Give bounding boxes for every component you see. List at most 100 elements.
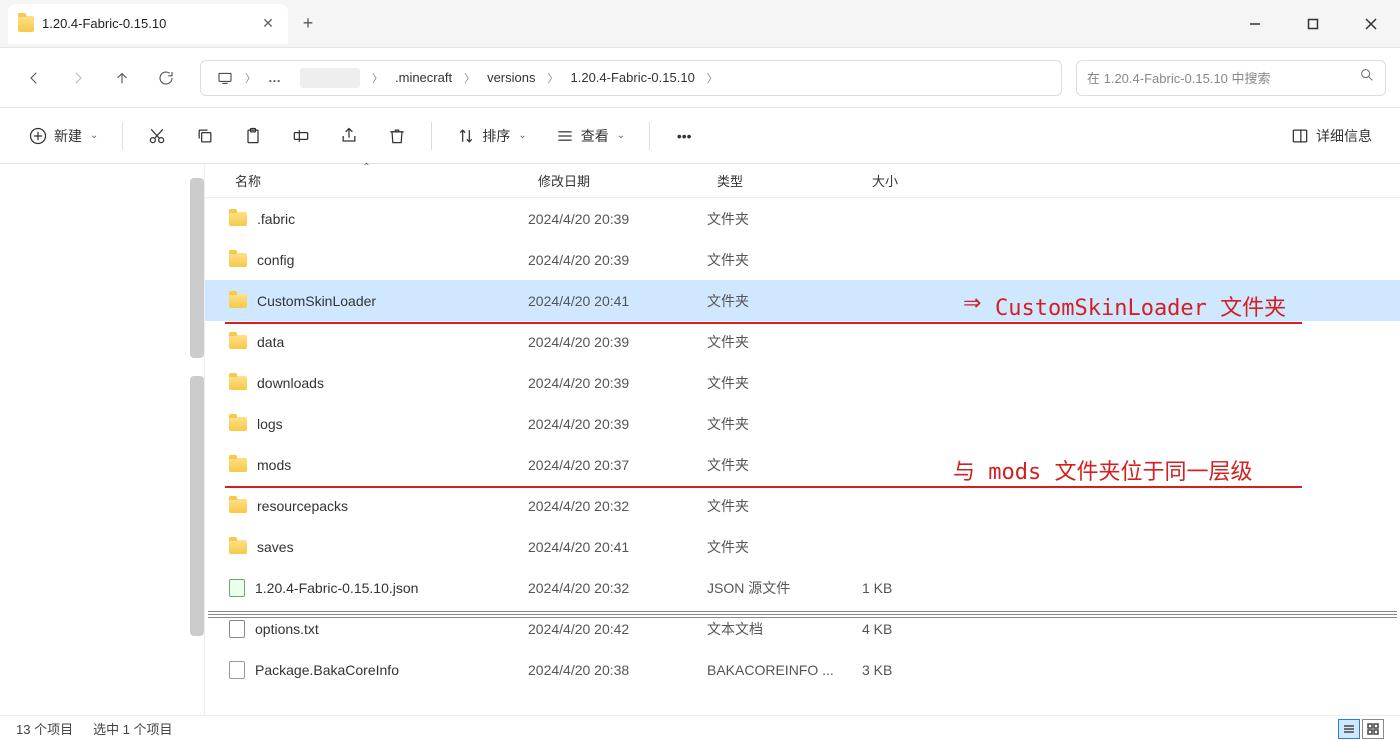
scrollbar-thumb[interactable]	[190, 376, 204, 636]
view-icon	[555, 126, 575, 146]
separator	[122, 122, 123, 150]
more-button[interactable]: •••	[664, 118, 704, 154]
cell-date: 2024/4/20 20:37	[528, 457, 707, 473]
breadcrumb-overflow[interactable]: …	[260, 61, 290, 95]
maximize-button[interactable]	[1284, 0, 1342, 48]
breadcrumb-pc-icon[interactable]	[209, 61, 241, 95]
file-row[interactable]: 1.20.4-Fabric-0.15.10.json2024/4/20 20:3…	[205, 567, 1400, 608]
chevron-down-icon: ⌄	[90, 130, 98, 141]
back-button[interactable]	[14, 58, 54, 98]
column-type[interactable]: 类型	[707, 164, 862, 197]
cell-type: 文件夹	[707, 250, 862, 270]
cell-name: data	[205, 334, 528, 350]
navbar: 〉 … 〉 .minecraft 〉 versions 〉 1.20.4-Fab…	[0, 48, 1400, 108]
cell-date: 2024/4/20 20:39	[528, 211, 707, 227]
file-name: options.txt	[255, 621, 319, 637]
rename-button[interactable]	[281, 118, 321, 154]
nav-sidebar[interactable]	[0, 164, 205, 715]
tab-close-icon[interactable]: ✕	[260, 16, 276, 32]
selection-count: 选中 1 个项目	[93, 719, 172, 738]
details-view-toggle[interactable]	[1338, 719, 1360, 739]
column-date[interactable]: 修改日期	[528, 164, 707, 197]
cell-date: 2024/4/20 20:32	[528, 580, 707, 596]
breadcrumb[interactable]: 〉 … 〉 .minecraft 〉 versions 〉 1.20.4-Fab…	[200, 60, 1062, 96]
column-headers[interactable]: ⌃名称 修改日期 类型 大小	[205, 164, 1400, 198]
chevron-icon[interactable]: 〉	[546, 70, 561, 86]
chevron-icon[interactable]: 〉	[705, 70, 720, 86]
column-label: 类型	[717, 171, 743, 190]
file-row[interactable]: options.txt 2024/4/20 20:42文本文档4 KB	[205, 608, 1400, 649]
cell-type: 文件夹	[707, 373, 862, 393]
file-row[interactable]: logs2024/4/20 20:39文件夹	[205, 403, 1400, 444]
cell-type: 文件夹	[707, 209, 862, 229]
paste-button[interactable]	[233, 118, 273, 154]
cell-name: CustomSkinLoader	[205, 293, 528, 309]
share-button[interactable]	[329, 118, 369, 154]
close-button[interactable]	[1342, 0, 1400, 48]
file-row[interactable]: downloads2024/4/20 20:39文件夹	[205, 362, 1400, 403]
breadcrumb-item[interactable]: 1.20.4-Fabric-0.15.10	[563, 61, 703, 95]
cut-icon	[147, 126, 167, 146]
file-name: Package.BakaCoreInfo	[255, 662, 399, 678]
thumbnails-view-toggle[interactable]	[1362, 719, 1384, 739]
chevron-icon[interactable]: 〉	[370, 70, 385, 86]
cell-date: 2024/4/20 20:42	[528, 621, 707, 637]
scrollbar-thumb[interactable]	[190, 178, 204, 358]
file-row[interactable]: config2024/4/20 20:39文件夹	[205, 239, 1400, 280]
search-box[interactable]: 在 1.20.4-Fabric-0.15.10 中搜索	[1076, 60, 1386, 96]
breadcrumb-hidden[interactable]	[292, 61, 368, 95]
file-row[interactable]: saves2024/4/20 20:41文件夹	[205, 526, 1400, 567]
breadcrumb-item[interactable]: versions	[479, 61, 543, 95]
file-row[interactable]: .fabric2024/4/20 20:39文件夹	[205, 198, 1400, 239]
chevron-icon[interactable]: 〉	[462, 70, 477, 86]
column-label: 大小	[872, 171, 898, 190]
forward-button[interactable]	[58, 58, 98, 98]
breadcrumb-item[interactable]: .minecraft	[387, 61, 460, 95]
copy-button[interactable]	[185, 118, 225, 154]
view-toggles	[1338, 719, 1384, 739]
cell-type: 文件夹	[707, 332, 862, 352]
column-name[interactable]: ⌃名称	[205, 164, 528, 197]
cell-name: logs	[205, 416, 528, 432]
cell-type: 文本文档	[707, 619, 862, 639]
search-icon[interactable]	[1359, 67, 1375, 88]
delete-button[interactable]	[377, 118, 417, 154]
view-button[interactable]: 查看 ⌄	[545, 118, 635, 154]
window-tab[interactable]: 1.20.4-Fabric-0.15.10 ✕	[8, 4, 288, 44]
cell-size: 4 KB	[862, 621, 962, 637]
sort-button[interactable]: 排序 ⌄	[446, 118, 536, 154]
cut-button[interactable]	[137, 118, 177, 154]
cell-type: BAKACOREINFO ...	[707, 662, 862, 678]
new-button[interactable]: 新建 ⌄	[18, 118, 108, 154]
column-label: 修改日期	[538, 171, 590, 190]
sort-icon	[456, 126, 476, 146]
chevron-icon[interactable]: 〉	[243, 70, 258, 86]
search-placeholder: 在 1.20.4-Fabric-0.15.10 中搜索	[1087, 68, 1351, 87]
details-label: 详细信息	[1316, 126, 1372, 146]
file-row[interactable]: Package.BakaCoreInfo 2024/4/20 20:38BAKAC…	[205, 649, 1400, 690]
paste-icon	[243, 126, 263, 146]
file-row[interactable]: CustomSkinLoader2024/4/20 20:41文件夹	[205, 280, 1400, 321]
column-size[interactable]: 大小	[862, 164, 962, 197]
folder-icon	[229, 417, 247, 431]
folder-icon	[18, 16, 34, 32]
cell-date: 2024/4/20 20:39	[528, 416, 707, 432]
file-name: CustomSkinLoader	[257, 293, 376, 309]
copy-icon	[195, 126, 215, 146]
file-row[interactable]: mods2024/4/20 20:37文件夹	[205, 444, 1400, 485]
file-name: logs	[257, 416, 283, 432]
cell-date: 2024/4/20 20:38	[528, 662, 707, 678]
minimize-button[interactable]	[1226, 0, 1284, 48]
details-icon	[1290, 126, 1310, 146]
refresh-button[interactable]	[146, 58, 186, 98]
file-row[interactable]: resourcepacks2024/4/20 20:32文件夹	[205, 485, 1400, 526]
cell-size: 3 KB	[862, 662, 962, 678]
file-rows: .fabric2024/4/20 20:39文件夹config2024/4/20…	[205, 198, 1400, 690]
details-pane-button[interactable]: 详细信息	[1280, 118, 1382, 154]
folder-icon	[229, 458, 247, 472]
new-tab-button[interactable]: +	[288, 4, 328, 44]
folder-icon	[229, 540, 247, 554]
up-button[interactable]	[102, 58, 142, 98]
tab-title: 1.20.4-Fabric-0.15.10	[42, 16, 252, 31]
file-row[interactable]: data2024/4/20 20:39文件夹	[205, 321, 1400, 362]
